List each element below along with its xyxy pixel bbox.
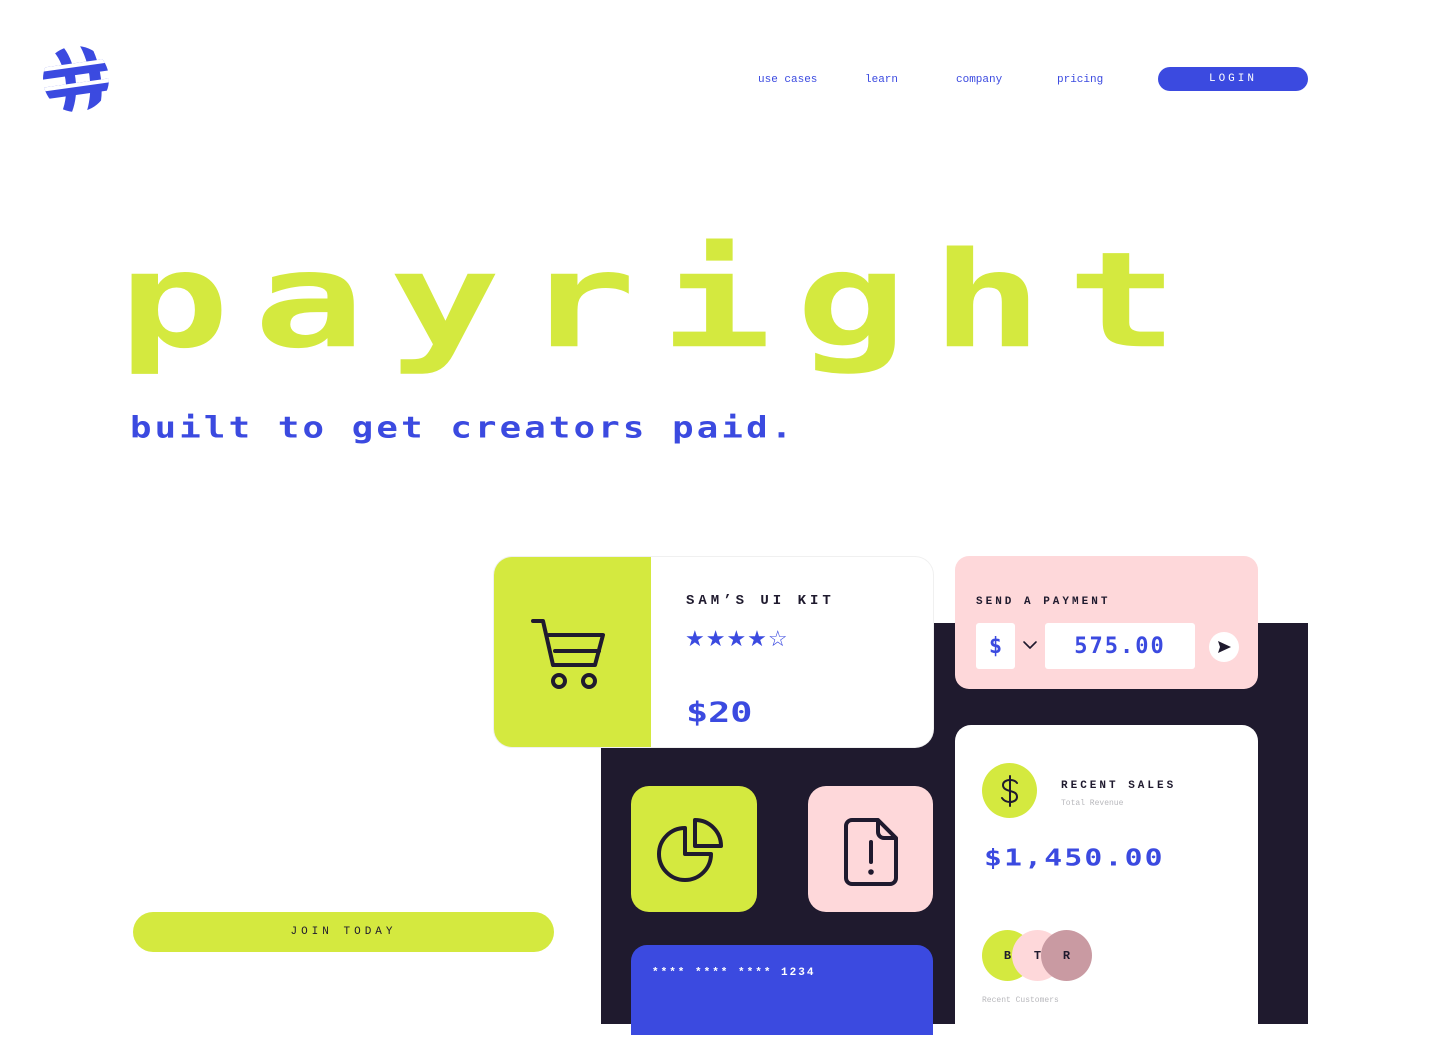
sales-title: RECENT SALES (1061, 780, 1177, 792)
pie-chart-icon (657, 818, 723, 882)
product-price: $20 (686, 695, 753, 729)
send-button[interactable] (1209, 632, 1239, 662)
amount-input[interactable]: 575.00 (1045, 623, 1195, 669)
nav-company[interactable]: company (956, 74, 1002, 86)
card-number: **** **** **** 1234 (652, 967, 816, 979)
nav-pricing[interactable]: pricing (1057, 74, 1103, 86)
document-alert-icon (844, 818, 898, 886)
analytics-tile[interactable] (631, 786, 757, 912)
login-button[interactable]: LOGIN (1158, 67, 1308, 91)
product-name: SAM’S UI KIT (686, 593, 835, 609)
document-tile[interactable] (808, 786, 933, 912)
product-thumbnail (494, 557, 651, 747)
hero-title: payright (118, 223, 1203, 379)
star-rating: ★★★★☆ (685, 628, 789, 653)
send-payment-card: SEND A PAYMENT $ 575.00 (955, 556, 1258, 689)
currency-select[interactable]: $ (976, 623, 1015, 669)
shopping-cart-icon (531, 619, 605, 689)
recent-sales-card: RECENT SALES Total Revenue $1,450.00 B T… (955, 725, 1258, 1045)
dollar-icon (982, 763, 1037, 818)
chevron-down-icon[interactable] (1021, 636, 1039, 654)
join-today-button[interactable]: JOIN TODAY (133, 912, 554, 952)
customers-label: Recent Customers (982, 996, 1059, 1005)
product-card[interactable]: SAM’S UI KIT ★★★★☆ $20 (494, 557, 933, 747)
sales-amount: $1,450.00 (984, 845, 1165, 872)
payment-label: SEND A PAYMENT (976, 596, 1111, 608)
nav-use-cases[interactable]: use cases (758, 74, 817, 86)
sales-subtitle: Total Revenue (1061, 799, 1124, 808)
credit-card[interactable]: **** **** **** 1234 (631, 945, 933, 1035)
globe-logo-icon[interactable] (40, 44, 112, 114)
customer-avatar-r[interactable]: R (1041, 930, 1092, 981)
nav-learn[interactable]: learn (865, 74, 898, 86)
hero-subtitle: built to get creators paid. (130, 411, 796, 445)
send-arrow-icon (1218, 641, 1231, 653)
